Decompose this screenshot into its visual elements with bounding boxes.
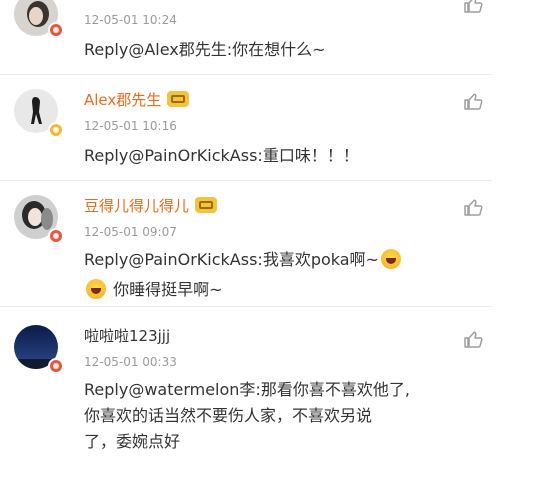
avatar-badge — [48, 22, 64, 38]
comment-time: 12-05-01 10:24 — [84, 13, 177, 27]
comment-line: Reply@watermelon李:那看你喜不喜欢他了, — [84, 380, 410, 399]
comment-line: 你喜欢的话当然不要伤人家，不喜欢另说 — [84, 406, 373, 425]
avatar-badge — [48, 228, 64, 244]
comment-item: 12-05-01 10:24 Reply@Alex郡先生:你在想什么~ — [0, 0, 492, 74]
comment-time: 12-05-01 10:16 — [84, 119, 177, 133]
avatar-badge — [48, 122, 64, 138]
thumbs-up-icon[interactable] — [461, 195, 485, 219]
username-text[interactable]: Alex郡先生 — [84, 91, 161, 109]
comment-line: Reply@PainOrKickAss:我喜欢poka啊~ — [84, 247, 480, 273]
comment-username[interactable]: Alex郡先生 — [84, 91, 190, 109]
comment-line: 你睡得挺早啊~ — [84, 277, 480, 303]
vip-crown-icon — [167, 91, 190, 107]
thumbs-up-icon[interactable] — [461, 89, 485, 113]
comment-text: Reply@PainOrKickAss:重口味！！！ — [84, 146, 359, 165]
avatar-badge — [48, 358, 64, 374]
thumbs-up-icon[interactable] — [461, 0, 485, 16]
comment-feed: 12-05-01 10:24 Reply@Alex郡先生:你在想什么~ Alex… — [0, 0, 492, 470]
comment-time: 12-05-01 09:07 — [84, 225, 177, 239]
laughing-emoji-icon — [380, 249, 401, 269]
comment-line: 了，委婉点好 — [84, 432, 181, 451]
vip-crown-icon — [195, 197, 218, 213]
comment-text: Reply@PainOrKickAss:我喜欢poka啊~ 你睡得挺早啊~ — [84, 247, 480, 303]
comment-text: Reply@Alex郡先生:你在想什么~ — [84, 40, 326, 59]
comment-text: Reply@watermelon李:那看你喜不喜欢他了, 你喜欢的话当然不要伤人… — [84, 377, 480, 455]
username-text[interactable]: 豆得儿得儿得儿 — [84, 197, 189, 215]
comment-item: 豆得儿得儿得儿 12-05-01 09:07 Reply@PainOrKickA… — [0, 181, 492, 306]
comment-item: 啦啦啦123jjj 12-05-01 00:33 Reply@watermelo… — [0, 307, 492, 467]
comment-item: Alex郡先生 12-05-01 10:16 Reply@PainOrKickA… — [0, 75, 492, 180]
comment-time: 12-05-01 00:33 — [84, 355, 177, 369]
thumbs-up-icon[interactable] — [461, 327, 485, 351]
laughing-emoji-icon — [86, 279, 106, 299]
comment-username[interactable]: 豆得儿得儿得儿 — [84, 197, 218, 215]
comment-username[interactable]: 啦啦啦123jjj — [84, 327, 170, 345]
